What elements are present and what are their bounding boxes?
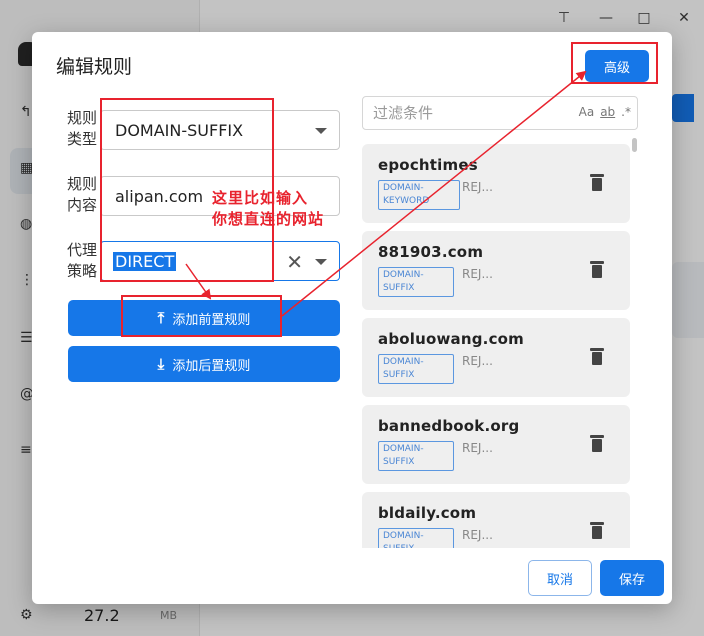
- rule-item: epochtimes DOMAIN-KEYWORD REJ...: [362, 144, 630, 223]
- rule-type-badge: DOMAIN-KEYWORD: [378, 180, 460, 210]
- rule-type-badge: DOMAIN-SUFFIX: [378, 267, 454, 297]
- save-button[interactable]: 保存: [600, 560, 664, 596]
- rule-item: aboluowang.com DOMAIN-SUFFIX REJ...: [362, 318, 630, 397]
- rule-list: epochtimes DOMAIN-KEYWORD REJ... 881903.…: [362, 144, 632, 548]
- add-append-rule-label: 添加后置规则: [172, 357, 251, 373]
- arrow-down-to-line-icon: ⤓: [157, 355, 165, 373]
- proxy-policy-label: 代理策略: [67, 241, 98, 280]
- rule-type-label: 规则类型: [67, 109, 98, 148]
- delete-icon[interactable]: [590, 348, 604, 366]
- rule-name: bldaily.com: [378, 504, 477, 522]
- annotation-note: 这里比如输入 你想直连的网站: [212, 188, 324, 230]
- annotation-box-advanced: [571, 42, 658, 84]
- rule-name: bannedbook.org: [378, 417, 520, 435]
- rule-name: 881903.com: [378, 243, 484, 261]
- rule-item: bldaily.com DOMAIN-SUFFIX REJ...: [362, 492, 630, 548]
- rule-type-badge: DOMAIN-SUFFIX: [378, 441, 454, 471]
- rule-name: aboluowang.com: [378, 330, 525, 348]
- chevron-down-icon[interactable]: [315, 259, 327, 265]
- rule-policy: REJ...: [462, 267, 493, 281]
- cancel-button[interactable]: 取消: [528, 560, 592, 596]
- filter-box: Aa ab .*: [362, 96, 638, 130]
- delete-icon[interactable]: [590, 261, 604, 279]
- annotation-note-line1: 这里比如输入: [212, 189, 309, 207]
- clear-icon[interactable]: ✕: [286, 250, 303, 274]
- annotation-note-line2: 你想直连的网站: [212, 210, 325, 228]
- rule-policy: REJ...: [462, 354, 493, 368]
- match-case-icon[interactable]: Aa: [579, 105, 595, 119]
- annotation-box-prepend: [121, 295, 282, 337]
- rule-type-badge: DOMAIN-SUFFIX: [378, 528, 454, 548]
- rule-name: epochtimes: [378, 156, 478, 174]
- rule-item: 881903.com DOMAIN-SUFFIX REJ...: [362, 231, 630, 310]
- rule-item: bannedbook.org DOMAIN-SUFFIX REJ...: [362, 405, 630, 484]
- regex-icon[interactable]: .*: [621, 105, 631, 119]
- delete-icon[interactable]: [590, 435, 604, 453]
- delete-icon[interactable]: [590, 522, 604, 540]
- rule-content-label: 规则内容: [67, 175, 98, 214]
- dialog-title: 编辑规则: [56, 56, 133, 78]
- rule-type-badge: DOMAIN-SUFFIX: [378, 354, 454, 384]
- match-word-icon[interactable]: ab: [600, 105, 615, 119]
- add-append-rule-button[interactable]: ⤓ 添加后置规则: [68, 346, 340, 382]
- rule-policy: REJ...: [462, 180, 493, 194]
- rule-policy: REJ...: [462, 441, 493, 455]
- delete-icon[interactable]: [590, 174, 604, 192]
- scrollbar-thumb[interactable]: [632, 138, 637, 152]
- chevron-down-icon: [315, 128, 327, 134]
- filter-input[interactable]: [371, 103, 551, 123]
- rule-policy: REJ...: [462, 528, 493, 542]
